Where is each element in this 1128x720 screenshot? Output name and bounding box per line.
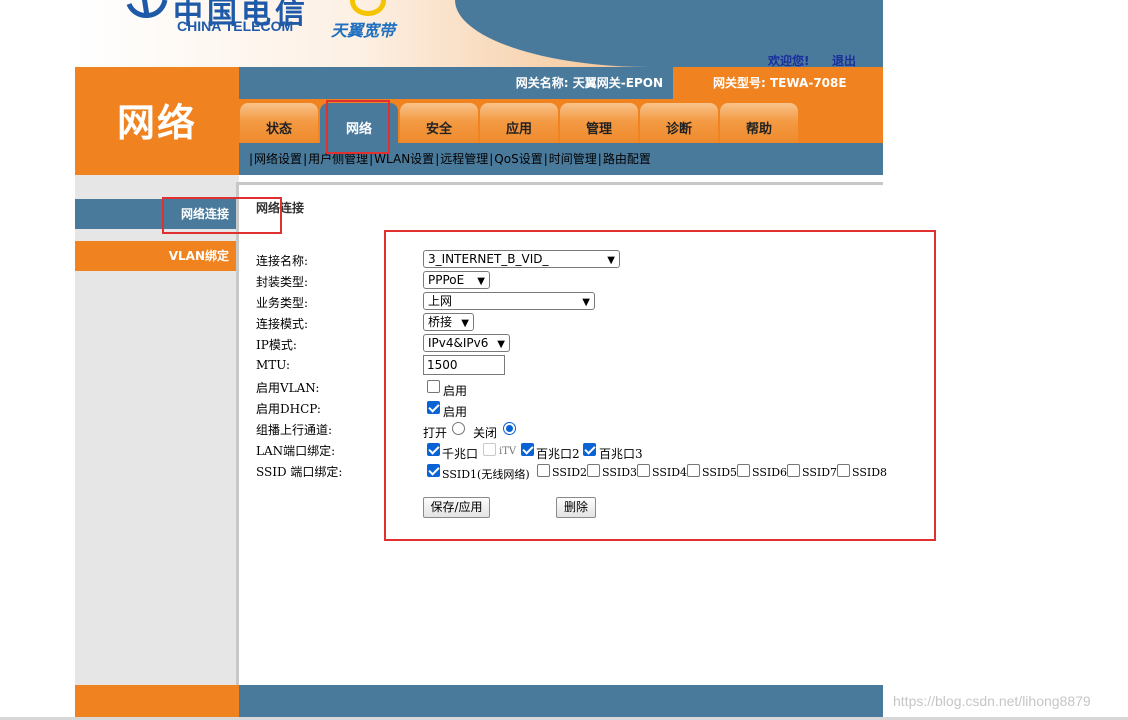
header-sweep	[455, 0, 883, 67]
tab-diagnosis[interactable]: 诊断	[640, 103, 718, 143]
sub-nav-separator: |	[369, 152, 373, 166]
tianyi-logo-icon	[350, 0, 386, 16]
sub-nav-user-side-management[interactable]: 用户侧管理	[308, 152, 368, 166]
sub-nav-separator: |	[303, 152, 307, 166]
ssid-bind-label: SSID 端口绑定:	[256, 463, 342, 480]
service-label: 业务类型:	[256, 294, 308, 311]
sub-nav-remote-management[interactable]: 远程管理	[440, 152, 488, 166]
tab-status[interactable]: 状态	[240, 103, 318, 143]
footer-left	[75, 685, 239, 720]
page-title: 网络	[75, 67, 239, 175]
sub-nav-separator: |	[249, 152, 253, 166]
tab-management[interactable]: 管理	[560, 103, 638, 143]
content-top-rule	[236, 182, 883, 185]
welcome-text: 欢迎您!	[768, 52, 809, 67]
sub-nav-separator: |	[598, 152, 602, 166]
brand-text: 天翼宽带	[331, 17, 395, 41]
tab-help[interactable]: 帮助	[720, 103, 798, 143]
sub-nav-time-management[interactable]: 时间管理	[549, 152, 597, 166]
sub-nav-separator: |	[489, 152, 493, 166]
sub-nav: |网络设置|用户侧管理|WLAN设置|远程管理|QoS设置|时间管理|路由配置	[248, 143, 651, 175]
conn-mode-label: 连接模式:	[256, 315, 308, 332]
mtu-label: MTU:	[256, 358, 290, 372]
content-left-rule	[236, 182, 239, 685]
logo-english-text: CHINA TELECOM	[177, 18, 293, 34]
sub-nav-separator: |	[435, 152, 439, 166]
sub-nav-network-settings[interactable]: 网络设置	[254, 152, 302, 166]
vlan-label: 启用VLAN:	[256, 379, 319, 396]
watermark-text: https://blog.csdn.net/lihong8879	[893, 693, 1091, 709]
header-banner: 中国电信 CHINA TELECOM 天翼宽带 欢迎您! 退出	[75, 0, 883, 67]
dhcp-label: 启用DHCP:	[256, 400, 321, 417]
logout-link[interactable]: 退出	[832, 52, 856, 67]
annotation-box-form	[384, 230, 936, 541]
ip-mode-label: IP模式:	[256, 336, 297, 353]
annotation-box-network-tab	[326, 100, 390, 154]
tab-security[interactable]: 安全	[400, 103, 478, 143]
gateway-name: 网关名称: 天翼网关-EPON	[239, 67, 663, 99]
china-telecom-logo-icon	[125, 0, 169, 24]
annotation-box-network-connection	[162, 197, 282, 234]
tab-application[interactable]: 应用	[480, 103, 558, 143]
sub-nav-separator: |	[544, 152, 548, 166]
sidebar-item-vlan-binding[interactable]: VLAN绑定	[75, 241, 239, 271]
sub-nav-wlan-settings[interactable]: WLAN设置	[374, 152, 434, 166]
encap-label: 封装类型:	[256, 273, 308, 290]
conn-name-label: 连接名称:	[256, 252, 308, 269]
multicast-label: 组播上行通道:	[256, 421, 332, 438]
gateway-model: 网关型号: TEWA-708E	[673, 67, 883, 99]
lan-bind-label: LAN端口绑定:	[256, 442, 335, 459]
footer-right	[239, 685, 883, 720]
sub-nav-qos-settings[interactable]: QoS设置	[494, 152, 542, 166]
sub-nav-route-config[interactable]: 路由配置	[603, 152, 651, 166]
